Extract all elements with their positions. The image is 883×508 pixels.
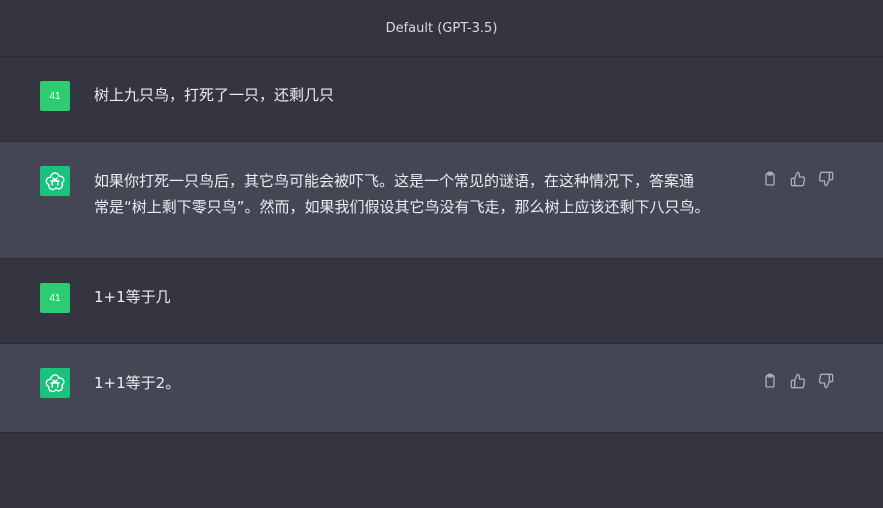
thumbs-down-icon[interactable]	[817, 170, 835, 188]
user-avatar: 41	[40, 81, 70, 111]
thumbs-down-icon[interactable]	[817, 372, 835, 390]
message-row-user-2: 41 1+1等于几	[0, 259, 883, 344]
user-message-text: 1+1等于几	[94, 288, 171, 306]
assistant-avatar	[40, 166, 70, 196]
openai-logo-icon	[45, 374, 65, 393]
model-title: Default (GPT-3.5)	[385, 20, 498, 36]
clipboard-icon[interactable]	[761, 372, 779, 390]
user-avatar-text: 41	[49, 90, 61, 102]
assistant-message-text: 如果你打死一只鸟后，其它鸟可能会被吓飞。这是一个常见的谜语，在这种情况下，答案通…	[94, 172, 710, 216]
conversation-header: Default (GPT-3.5)	[0, 0, 883, 57]
message-row-assistant-1: 如果你打死一只鸟后，其它鸟可能会被吓飞。这是一个常见的谜语，在这种情况下，答案通…	[0, 142, 883, 259]
clipboard-icon[interactable]	[761, 170, 779, 188]
message-actions	[761, 372, 835, 390]
openai-logo-icon	[45, 172, 65, 191]
message-actions	[761, 170, 835, 188]
empty-conversation-space	[0, 433, 883, 508]
message-row-assistant-2: 1+1等于2。	[0, 344, 883, 433]
thumbs-up-icon[interactable]	[789, 372, 807, 390]
thumbs-up-icon[interactable]	[789, 170, 807, 188]
assistant-message-text: 1+1等于2。	[94, 374, 181, 392]
user-avatar: 41	[40, 283, 70, 313]
user-message-text: 树上九只鸟，打死了一只，还剩几只	[94, 86, 335, 104]
message-row-user-1: 41 树上九只鸟，打死了一只，还剩几只	[0, 57, 883, 142]
assistant-avatar	[40, 368, 70, 398]
user-avatar-text: 41	[49, 292, 61, 304]
